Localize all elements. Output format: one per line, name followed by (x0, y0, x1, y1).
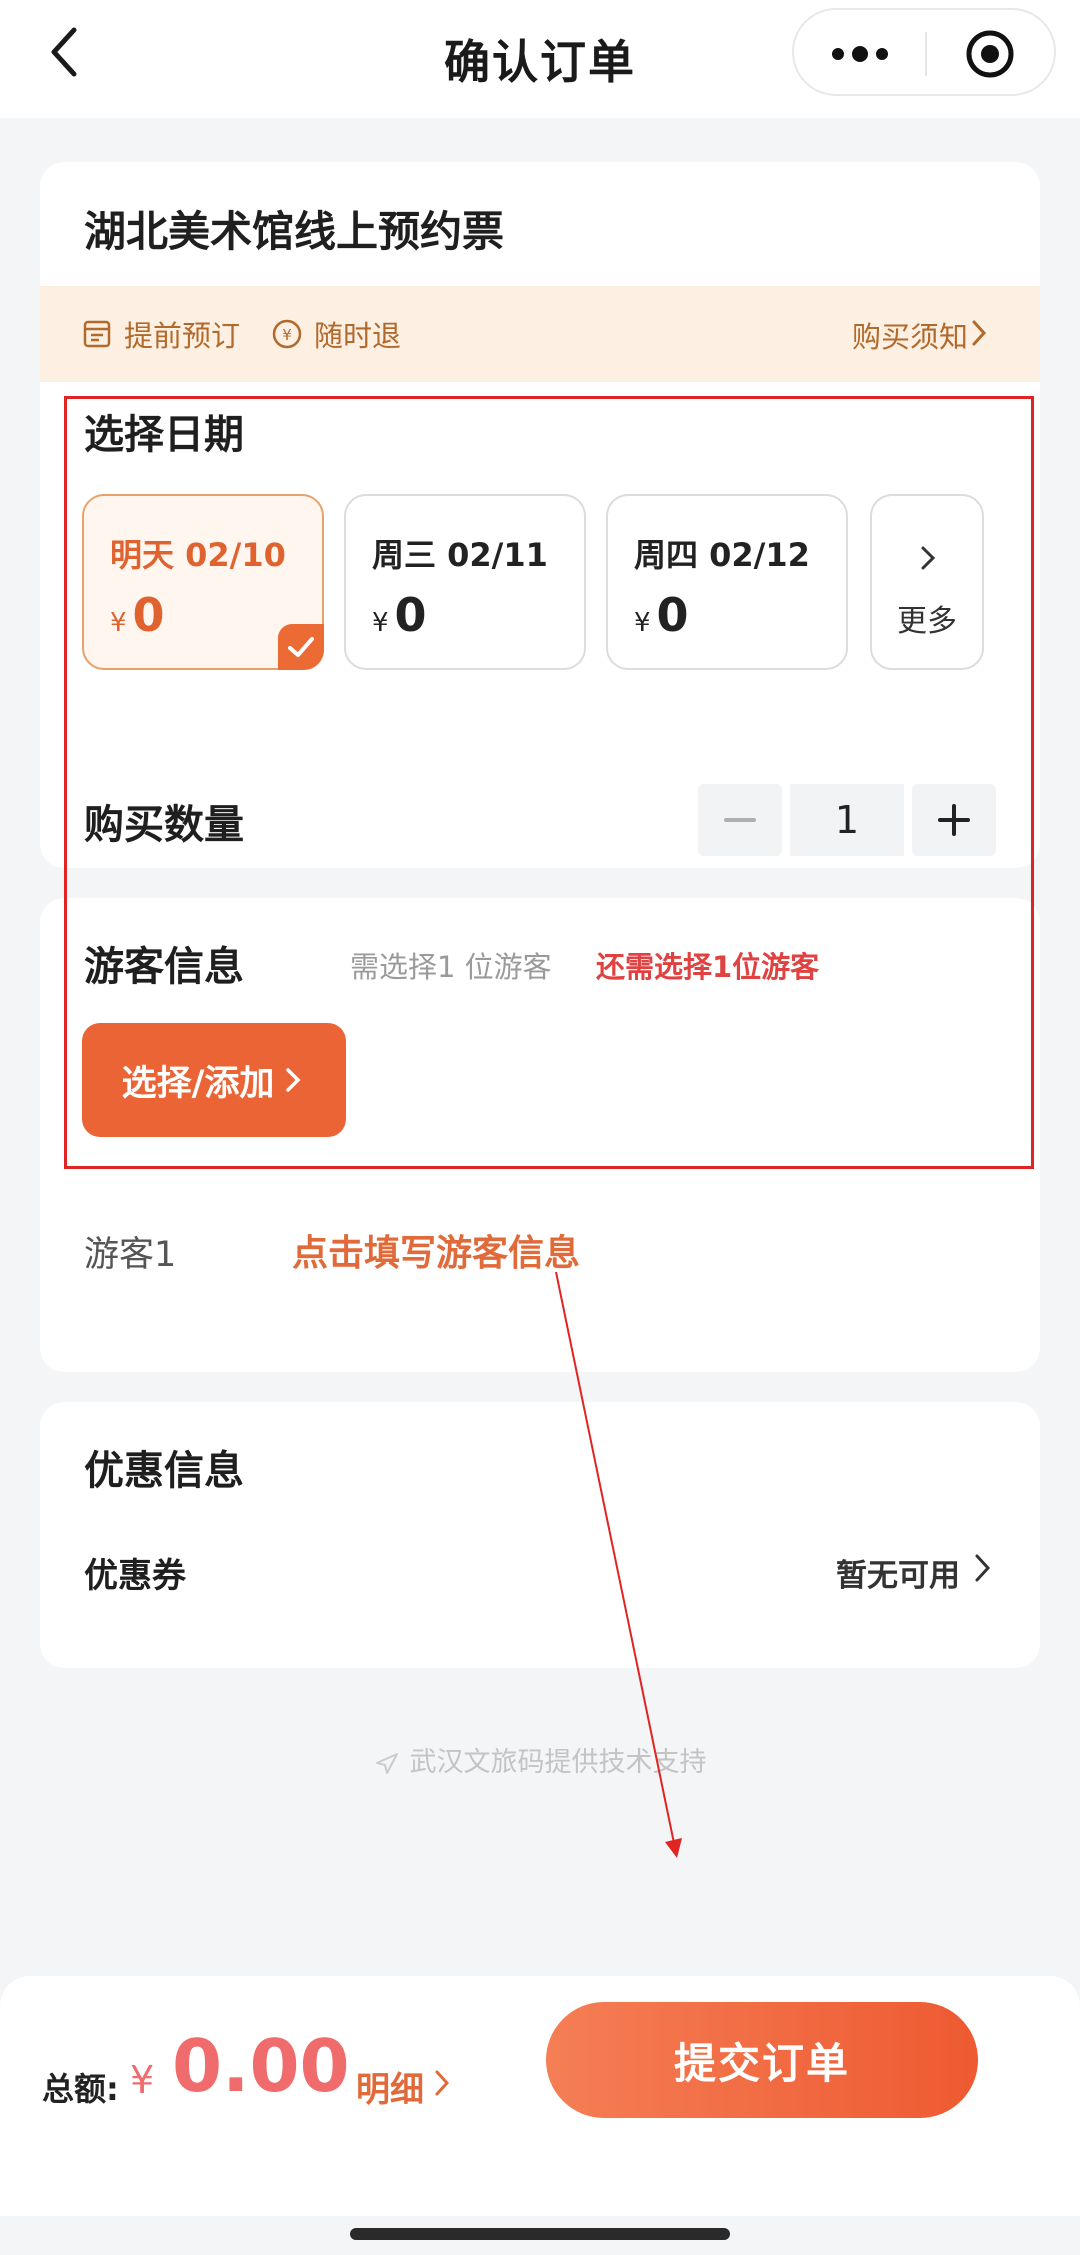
detail-link[interactable]: 明细 (356, 2062, 424, 2111)
total-currency: ¥ (130, 2058, 155, 2102)
chevron-right-icon (435, 2070, 450, 2096)
submit-order-button[interactable]: 提交订单 (546, 2002, 978, 2118)
total-label: 总额: (42, 2070, 119, 2108)
total-amount: 0.00 (172, 2024, 350, 2108)
home-indicator (350, 2228, 730, 2240)
annotation-arrow (555, 1271, 682, 1858)
bottom-bar: 总额: ¥ 0.00 明细 提交订单 (0, 1976, 1080, 2216)
